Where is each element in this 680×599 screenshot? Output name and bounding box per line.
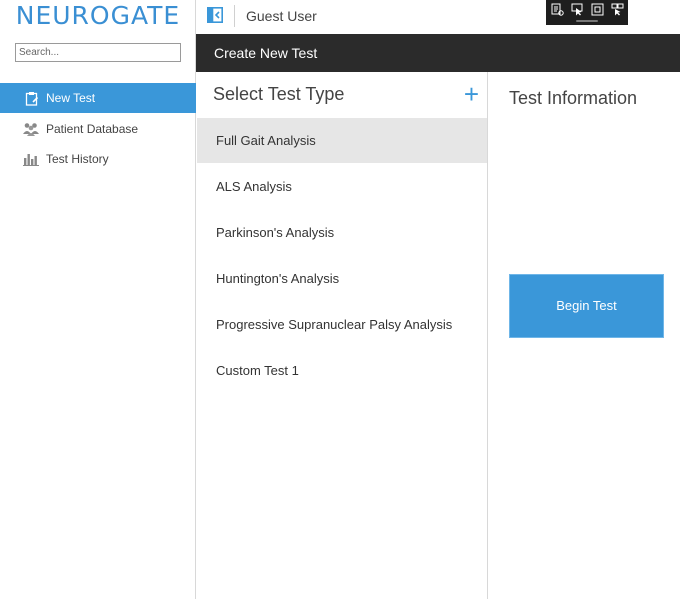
test-type-item[interactable]: Custom Test 1 — [197, 348, 487, 393]
app-logo: NEUROGATE — [15, 1, 181, 30]
user-name: Guest User — [246, 8, 317, 24]
sidebar-item-patient-database[interactable]: Patient Database — [0, 114, 196, 144]
test-type-item[interactable]: Huntington's Analysis — [197, 256, 487, 301]
test-type-item[interactable]: Progressive Supranuclear Palsy Analysis — [197, 302, 487, 347]
test-info-panel: Test Information Begin Test — [489, 72, 680, 599]
search-input[interactable] — [15, 43, 181, 62]
track-focus-icon[interactable] — [611, 3, 624, 16]
bar-chart-icon — [23, 151, 39, 167]
top-bar: Guest User — [196, 0, 680, 34]
begin-test-button[interactable]: Begin Test — [509, 274, 664, 338]
sidebar-item-label: Test History — [46, 152, 109, 166]
sidebar-item-label: New Test — [46, 91, 96, 105]
sidebar-toggle-icon[interactable] — [207, 7, 223, 23]
sidebar-item-label: Patient Database — [46, 122, 139, 136]
toolbar-collapse-handle[interactable] — [576, 20, 598, 22]
add-test-button[interactable]: + — [464, 81, 479, 107]
people-icon — [23, 121, 39, 137]
sidebar: NEUROGATE New Test Patient Database Test… — [0, 0, 196, 599]
sidebar-item-test-history[interactable]: Test History — [0, 144, 196, 174]
adorner-icon[interactable] — [591, 3, 604, 16]
test-type-item[interactable]: Full Gait Analysis — [197, 118, 487, 163]
test-type-panel: Select Test Type + Full Gait Analysis AL… — [197, 72, 488, 599]
page-title: Create New Test — [196, 34, 680, 72]
select-element-icon[interactable] — [571, 3, 584, 16]
test-type-item[interactable]: Parkinson's Analysis — [197, 210, 487, 255]
panel-title: Test Information — [509, 88, 638, 108]
debug-toolbar — [546, 0, 628, 25]
panel-title: Select Test Type — [213, 84, 345, 104]
divider — [234, 5, 235, 27]
test-type-item[interactable]: ALS Analysis — [197, 164, 487, 209]
live-tree-icon[interactable] — [551, 3, 564, 16]
clipboard-icon — [23, 90, 39, 106]
sidebar-item-new-test[interactable]: New Test — [0, 83, 196, 113]
